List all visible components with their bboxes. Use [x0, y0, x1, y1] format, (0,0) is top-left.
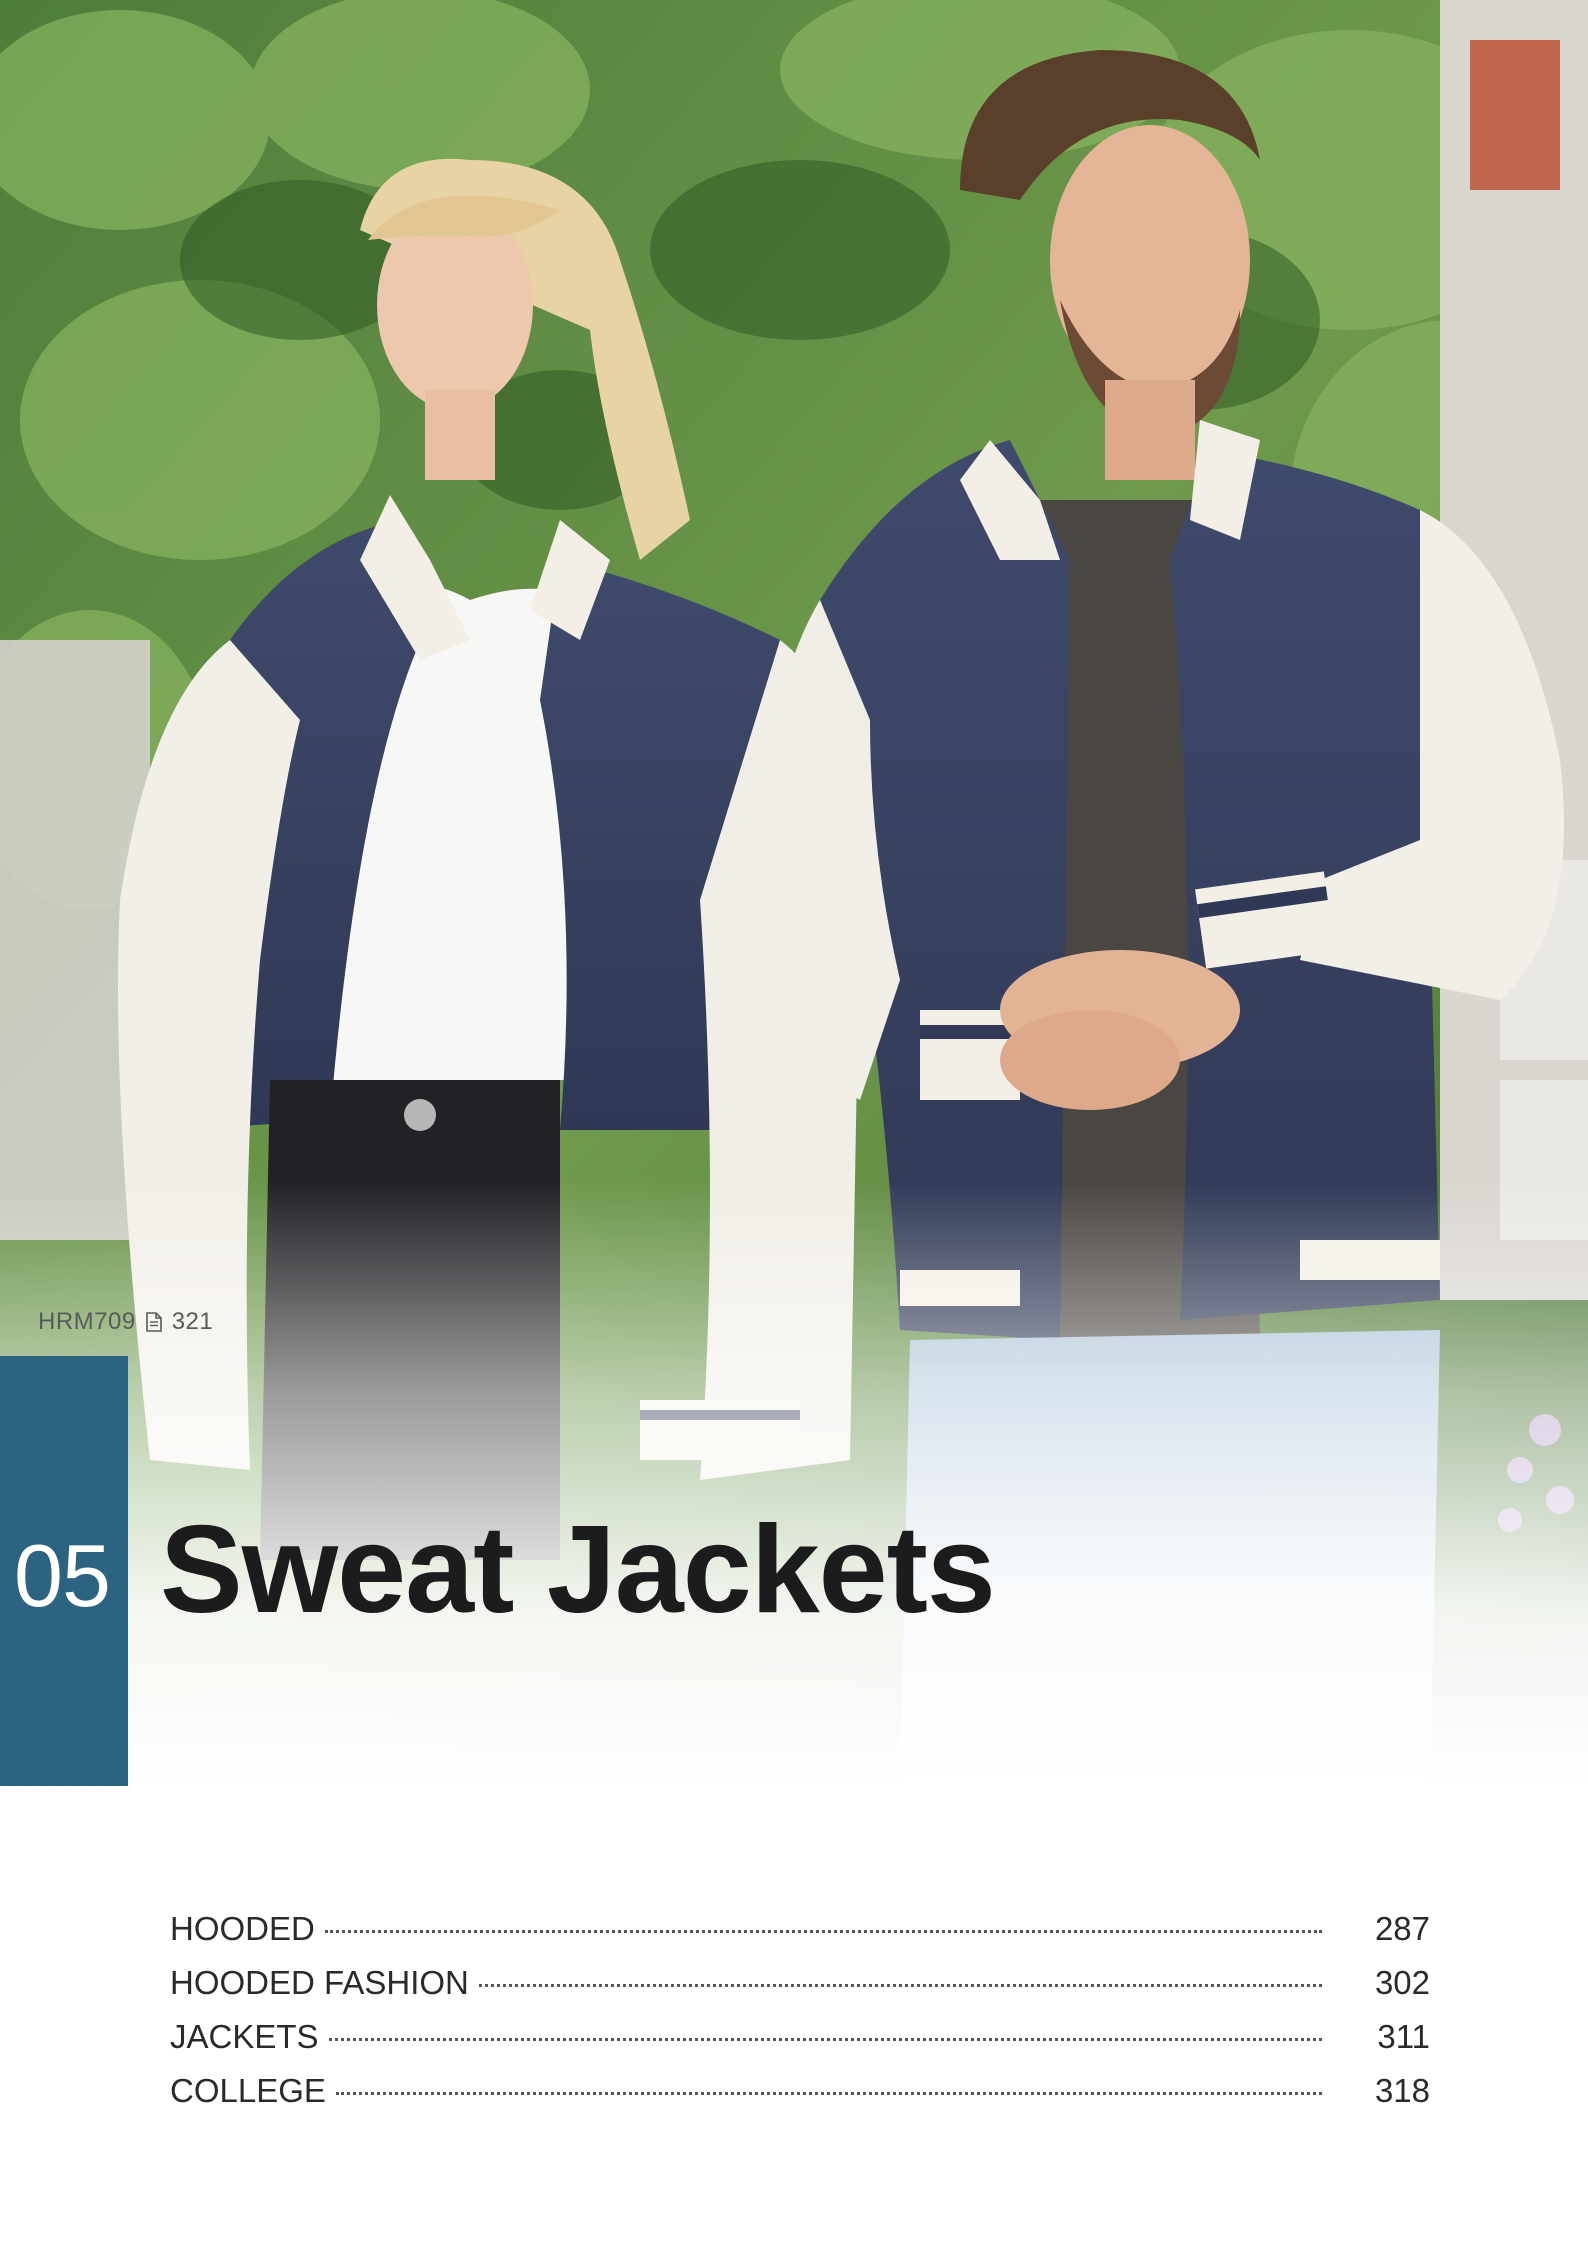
catalog-page: HRM709 321 05 Sweat Jackets HOODED 287 H…: [0, 0, 1588, 2246]
toc-page-number: 311: [1377, 2018, 1430, 2055]
toc-leader-dots: [335, 2092, 1322, 2095]
chapter-number: 05: [14, 1526, 111, 1625]
product-page-ref: 321: [171, 1308, 214, 1335]
toc-page-number: 302: [1374, 1964, 1430, 2001]
chapter-title: Sweat Jackets: [160, 1501, 996, 1639]
document-icon: [145, 1312, 162, 1332]
toc-label: COLLEGE: [170, 2072, 326, 2109]
toc-page-number: 287: [1374, 1910, 1430, 1947]
toc-row-jackets[interactable]: JACKETS 311: [170, 2018, 1430, 2072]
toc-leader-dots: [324, 1930, 1322, 1933]
toc-page-number: 318: [1374, 2072, 1430, 2109]
table-of-contents: HOODED 287 HOODED FASHION 302 JACKETS 31…: [170, 1910, 1430, 2126]
toc-row-college[interactable]: COLLEGE 318: [170, 2072, 1430, 2126]
toc-leader-dots: [328, 2038, 1322, 2041]
toc-label: HOODED: [170, 1910, 315, 1947]
toc-label: HOODED FASHION: [170, 1964, 469, 2001]
product-reference: HRM709 321: [38, 1308, 213, 1336]
toc-row-hooded-fashion[interactable]: HOODED FASHION 302: [170, 1964, 1430, 2018]
toc-leader-dots: [478, 1984, 1322, 1987]
hero-fade-overlay: [0, 1180, 1588, 1790]
product-code: HRM709: [38, 1308, 136, 1335]
toc-row-hooded[interactable]: HOODED 287: [170, 1910, 1430, 1964]
toc-label: JACKETS: [170, 2018, 319, 2055]
